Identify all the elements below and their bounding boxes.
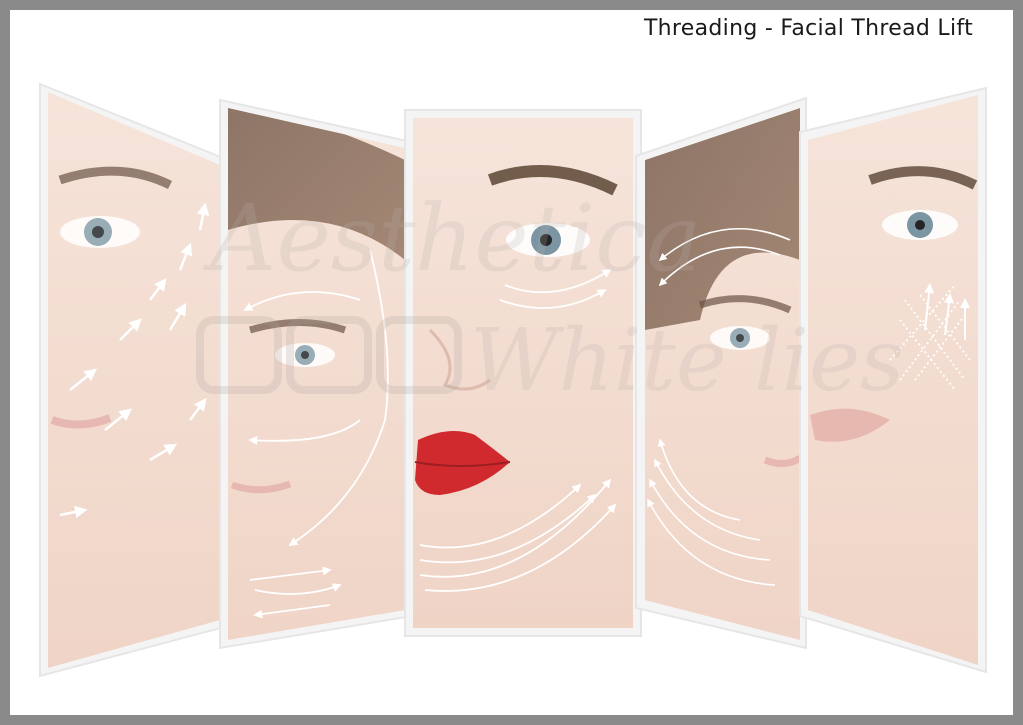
thread-lift-collage: Aesthetica White lies: [39, 82, 987, 678]
watermark-text-2: White lies: [470, 311, 904, 411]
watermark-text-1: Aesthetica: [202, 185, 702, 292]
face-panel-2: [219, 98, 413, 650]
